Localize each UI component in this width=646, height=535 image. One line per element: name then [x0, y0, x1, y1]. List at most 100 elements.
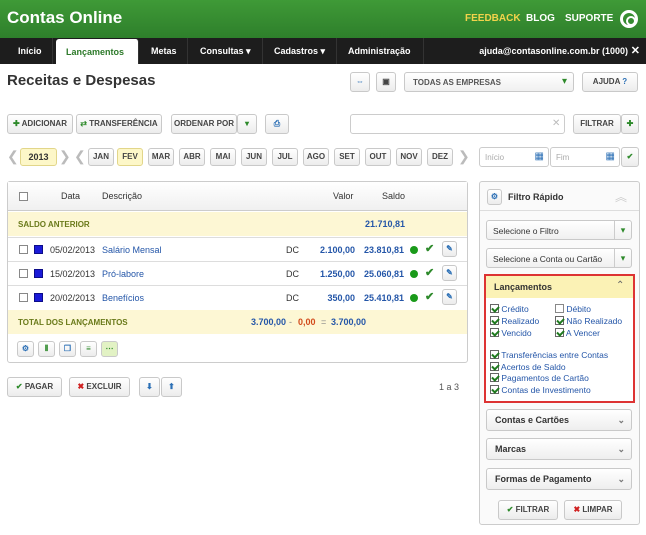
lancamentos-header[interactable]: Lançamentos ⌃ [486, 276, 633, 298]
year-selector[interactable]: 2013 [20, 148, 57, 166]
collapse-icon[interactable]: ︽ [615, 188, 627, 205]
company-select[interactable]: TODAS AS EMPRESAS ▾ [404, 72, 574, 92]
filter-option[interactable]: Não Realizado [555, 316, 622, 326]
section-formas-pagamento[interactable]: Formas de Pagamento ⌄ [486, 468, 632, 490]
checked-checkbox[interactable] [490, 384, 499, 394]
nav-cadastros[interactable]: Cadastros ▾ [264, 38, 337, 64]
month-jun[interactable]: JUN [241, 148, 267, 166]
search-input[interactable] [350, 114, 565, 134]
expand-button[interactable]: ⇔ [350, 72, 370, 92]
filter-option[interactable]: Acertos de Saldo [490, 361, 566, 372]
blog-link[interactable]: BLOG [526, 13, 555, 24]
filter-option[interactable]: Vencido [490, 328, 532, 338]
download-button[interactable]: ⬇ [139, 377, 160, 397]
col-saldo[interactable]: Saldo [382, 191, 405, 201]
end-date-field[interactable]: Fim ▦ [550, 147, 620, 167]
suporte-link[interactable]: SUPORTE [565, 13, 613, 24]
columns-button[interactable]: ⦀ [38, 341, 55, 357]
fullscreen-button[interactable]: ▣ [376, 72, 396, 92]
help-button[interactable]: AJUDA ? [582, 72, 638, 92]
table-row[interactable]: 15/02/2013 Pró-labore DC 1.250,00 25.060,81 ✔… [8, 261, 467, 285]
brand-icon[interactable] [620, 10, 638, 28]
upload-button[interactable]: ⬆ [161, 377, 182, 397]
month-mai[interactable]: MAI [210, 148, 236, 166]
col-descricao[interactable]: Descrição [102, 191, 142, 201]
edit-button[interactable]: ✎ [442, 265, 457, 281]
add-filter-button[interactable]: ✚ [621, 114, 639, 134]
month-fev[interactable]: FEV [117, 148, 143, 166]
user-account[interactable]: ajuda@contasonline.com.br (1000) [479, 38, 628, 64]
filter-select[interactable]: Selecione o Filtro ▾ [486, 220, 632, 240]
month-set[interactable]: SET [334, 148, 360, 166]
row-description[interactable]: Benefícios [102, 293, 144, 303]
checked-checkbox[interactable] [490, 350, 499, 359]
row-checkbox[interactable] [19, 245, 28, 254]
logout-icon[interactable]: ✕ [631, 38, 640, 64]
sidebar-filter-button[interactable]: ✔ FILTRAR [498, 500, 558, 520]
prev-year-icon[interactable]: ❮ [7, 148, 19, 165]
checked-checkbox[interactable] [490, 373, 499, 382]
checked-checkbox[interactable] [555, 316, 564, 325]
filter-option[interactable]: Pagamentos de Cartão [490, 373, 589, 383]
nav-consultas[interactable]: Consultas ▾ [190, 38, 263, 64]
table-row[interactable]: 05/02/2013 Salário Mensal DC 2.100,00 23.810… [8, 237, 467, 261]
edit-button[interactable]: ✎ [442, 289, 457, 305]
section-marcas[interactable]: Marcas ⌄ [486, 438, 632, 460]
checked-checkbox[interactable] [490, 361, 499, 371]
calendar-icon[interactable]: ▦ [535, 151, 544, 162]
edit-button[interactable]: ✎ [442, 241, 457, 257]
col-data[interactable]: Data [61, 191, 80, 201]
row-description[interactable]: Pró-labore [102, 269, 144, 279]
checkbox[interactable] [555, 304, 564, 313]
paid-check-icon[interactable]: ✔ [425, 290, 434, 303]
month-dez[interactable]: DEZ [427, 148, 453, 166]
prev-month-icon[interactable]: ❮ [74, 148, 86, 165]
calendar-icon[interactable]: ▦ [606, 151, 615, 162]
compact-view-button[interactable]: ⋯ [101, 341, 118, 357]
row-description[interactable]: Salário Mensal [102, 245, 162, 255]
row-checkbox[interactable] [19, 293, 28, 302]
filter-settings-button[interactable]: ⚙ [487, 189, 502, 205]
add-button[interactable]: ✚ ADICIONAR [7, 114, 73, 134]
month-jul[interactable]: JUL [272, 148, 298, 166]
nav-administracao[interactable]: Administração ▾ [338, 38, 424, 82]
month-mar[interactable]: MAR [148, 148, 174, 166]
settings-button[interactable]: ⚙ [17, 341, 34, 357]
nav-lancamentos[interactable]: Lançamentos [56, 39, 139, 64]
pay-button[interactable]: ✔ PAGAR [7, 377, 62, 397]
row-checkbox[interactable] [19, 269, 28, 278]
month-nov[interactable]: NOV [396, 148, 422, 166]
app-logo[interactable]: Contas Online [7, 8, 122, 28]
filter-option[interactable]: A Vencer [555, 328, 600, 338]
month-out[interactable]: OUT [365, 148, 391, 166]
filter-option[interactable]: Débito [555, 304, 591, 314]
feedback-link[interactable]: FEEDBACK [465, 13, 521, 24]
paid-check-icon[interactable]: ✔ [425, 266, 434, 279]
filter-option[interactable]: Crédito [490, 304, 529, 314]
order-button[interactable]: ORDENAR POR [171, 114, 237, 134]
start-date-field[interactable]: Início ▦ [479, 147, 549, 167]
order-dropdown[interactable]: ▾ [237, 114, 257, 134]
transfer-button[interactable]: ⇄ TRANSFERÊNCIA [76, 114, 162, 134]
paid-check-icon[interactable]: ✔ [425, 242, 434, 255]
copy-button[interactable]: ❐ [59, 341, 76, 357]
filter-button[interactable]: FILTRAR [573, 114, 621, 134]
next-year-icon[interactable]: ❯ [59, 148, 71, 165]
filter-option[interactable]: Contas de Investimento [490, 384, 591, 395]
checked-checkbox[interactable] [555, 328, 564, 337]
select-all-checkbox[interactable] [19, 192, 28, 201]
month-abr[interactable]: ABR [179, 148, 205, 166]
list-button[interactable]: ≡ [80, 341, 97, 357]
clear-search-icon[interactable]: ✕ [552, 118, 560, 129]
delete-button[interactable]: ✖ EXCLUIR [69, 377, 130, 397]
checked-checkbox[interactable] [490, 316, 499, 325]
next-month-icon[interactable]: ❯ [458, 148, 470, 165]
apply-date-button[interactable]: ✔ [621, 147, 639, 167]
clear-filter-button[interactable]: ✖ LIMPAR [564, 500, 622, 520]
filter-option[interactable]: Transferências entre Contas [490, 350, 608, 360]
month-jan[interactable]: JAN [88, 148, 114, 166]
col-valor[interactable]: Valor [333, 191, 353, 201]
filter-option[interactable]: Realizado [490, 316, 539, 326]
account-select[interactable]: Selecione a Conta ou Cartão ▾ [486, 248, 632, 268]
nav-inicio[interactable]: Início [8, 38, 53, 64]
